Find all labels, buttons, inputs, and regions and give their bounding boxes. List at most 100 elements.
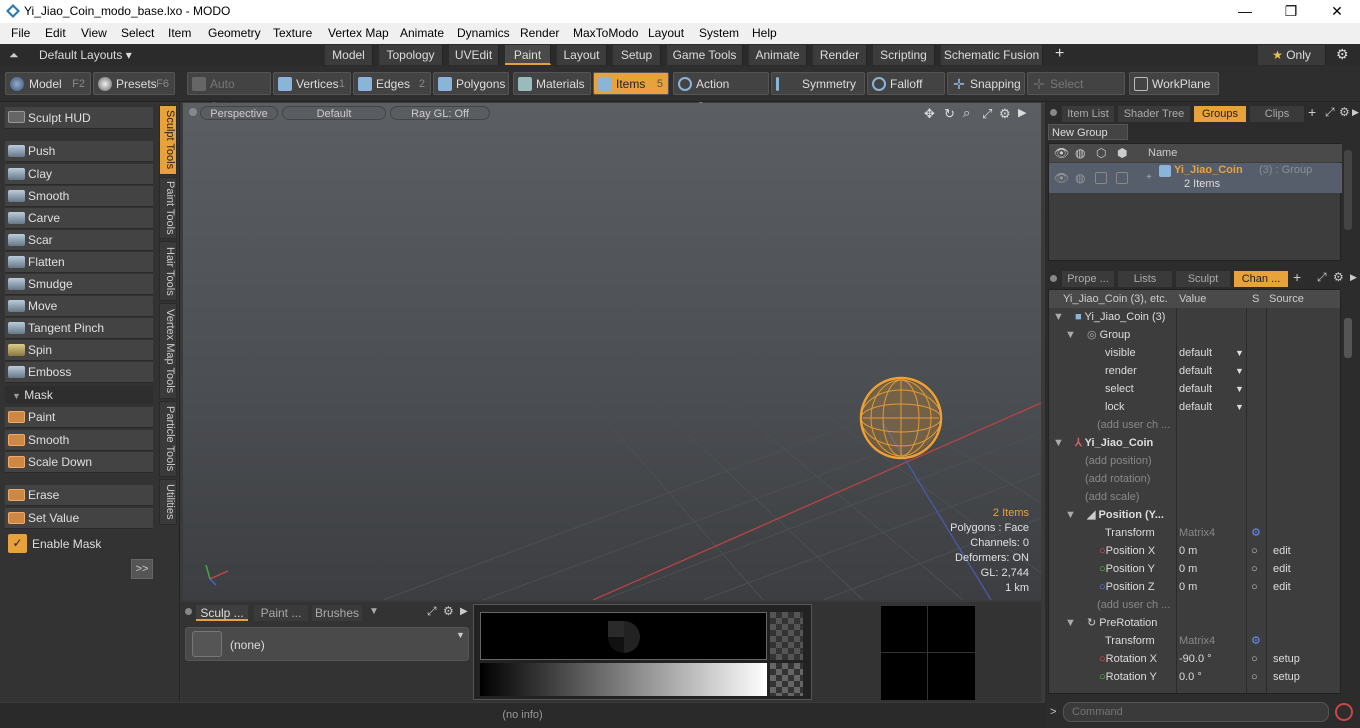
tab-channels[interactable]: Chan ... bbox=[1234, 271, 1288, 287]
3d-viewport[interactable]: Perspective Default Ray GL: Off ✥ ↻ ⌕ ⤢ … bbox=[183, 103, 1041, 600]
snapping-button[interactable]: ✛ Snapping bbox=[947, 72, 1025, 95]
menu-help[interactable]: Help bbox=[752, 26, 777, 40]
add-user-channel[interactable]: (add user ch ... bbox=[1097, 416, 1170, 434]
add-position[interactable]: (add position) bbox=[1085, 452, 1152, 470]
groups-menu-icon[interactable]: ▶ bbox=[1352, 107, 1359, 118]
visible-dropdown[interactable]: default ▼ bbox=[1179, 344, 1245, 362]
channel-value[interactable]: -90.0 ° bbox=[1179, 650, 1212, 668]
view-type-dropdown[interactable]: Perspective bbox=[200, 106, 278, 120]
tab-properties[interactable]: Prope ... bbox=[1062, 271, 1114, 287]
mask-paint[interactable]: Paint bbox=[5, 407, 153, 428]
rotate-icon[interactable]: ↻ bbox=[944, 106, 955, 122]
expand-plus-icon[interactable]: + bbox=[1146, 172, 1152, 183]
materials-button[interactable]: Materials bbox=[513, 72, 591, 95]
menu-render[interactable]: Render bbox=[520, 26, 559, 40]
mask-scale-down[interactable]: Scale Down bbox=[5, 452, 153, 473]
tab-setup[interactable]: Setup bbox=[613, 45, 661, 65]
group-row[interactable]: 👁 ◍ + Yi_Jiao_Coin (3) : Group 2 Items bbox=[1049, 163, 1342, 193]
channels-expand-icon[interactable]: ⤢ bbox=[1317, 270, 1327, 285]
channel-row-label[interactable]: ■ Yi_Jiao_Coin (3) bbox=[1075, 308, 1165, 326]
channel-value[interactable]: 0 m bbox=[1179, 542, 1197, 560]
tab-lists[interactable]: Lists bbox=[1118, 271, 1172, 287]
vtab-particle-tools[interactable]: Particle Tools bbox=[159, 401, 177, 477]
channel-row-label[interactable]: ↻ PreRotation bbox=[1087, 614, 1157, 632]
expand-arrow-icon[interactable]: ▼ bbox=[1065, 326, 1076, 344]
channel-row-label[interactable]: ◎ Group bbox=[1087, 326, 1130, 344]
new-group-button[interactable]: New Group bbox=[1048, 124, 1128, 140]
tab-game-tools[interactable]: Game Tools bbox=[667, 45, 743, 65]
channel-label[interactable]: visible bbox=[1105, 344, 1136, 362]
tool-move[interactable]: Move bbox=[5, 296, 153, 317]
matrix-link-icon[interactable]: ⚙ bbox=[1251, 632, 1261, 650]
tool-push[interactable]: Push bbox=[5, 141, 153, 162]
tab-schematic-fusion[interactable]: Schematic Fusion bbox=[941, 45, 1043, 65]
minimize-button[interactable]: — bbox=[1222, 2, 1268, 22]
expand-panel-icon[interactable]: ⤢ bbox=[427, 604, 437, 619]
record-macro-icon[interactable] bbox=[1335, 703, 1353, 721]
render-dropdown[interactable]: default ▼ bbox=[1179, 362, 1245, 380]
tool-tangent-pinch[interactable]: Tangent Pinch bbox=[5, 318, 153, 339]
viewport-menu-arrow-icon[interactable]: ▶ bbox=[1018, 106, 1026, 119]
zoom-icon[interactable]: ⌕ bbox=[963, 105, 970, 121]
state-circle-icon[interactable]: ○ bbox=[1251, 650, 1258, 668]
add-rotation[interactable]: (add rotation) bbox=[1085, 470, 1150, 488]
tab-brushes[interactable]: Brushes bbox=[312, 605, 362, 621]
maximize-button[interactable]: ❐ bbox=[1268, 2, 1314, 22]
auto-select-button[interactable]: Auto Select bbox=[187, 72, 271, 114]
tab-paint[interactable]: Paint bbox=[505, 45, 551, 65]
tab-render[interactable]: Render bbox=[813, 45, 867, 65]
expand-arrow-icon[interactable]: ▼ bbox=[1065, 506, 1076, 524]
fit-icon[interactable]: ⤢ bbox=[982, 106, 992, 122]
tab-animate[interactable]: Animate bbox=[749, 45, 807, 65]
channels-gear-icon[interactable]: ⚙ bbox=[1333, 270, 1344, 284]
menu-system[interactable]: System bbox=[699, 26, 739, 40]
expand-arrow-icon[interactable]: ▼ bbox=[1065, 614, 1076, 632]
tool-emboss[interactable]: Emboss bbox=[5, 362, 153, 383]
mask-smooth[interactable]: Smooth bbox=[5, 430, 153, 451]
channel-row-label[interactable]: ⅄ Yi_Jiao_Coin bbox=[1075, 434, 1153, 452]
default-layouts-dropdown[interactable]: Default Layouts ▾ bbox=[39, 48, 132, 62]
menu-texture[interactable]: Texture bbox=[273, 26, 312, 40]
tab-groups[interactable]: Groups bbox=[1194, 106, 1246, 122]
tool-smooth[interactable]: Smooth bbox=[5, 186, 153, 207]
channel-label[interactable]: lock bbox=[1105, 398, 1125, 416]
lock-dropdown[interactable]: default ▼ bbox=[1179, 398, 1245, 416]
menu-select[interactable]: Select bbox=[121, 26, 154, 40]
panel-gear-icon[interactable]: ⚙ bbox=[443, 604, 454, 618]
tab-model[interactable]: Model bbox=[325, 45, 373, 65]
state-circle-icon[interactable]: ○ bbox=[1251, 542, 1258, 560]
vtab-utilities[interactable]: Utilities bbox=[159, 479, 177, 525]
layout-collapse-icon[interactable]: ⏶ bbox=[9, 48, 19, 63]
presets-button[interactable]: Presets F6 bbox=[93, 72, 175, 95]
menu-dynamics[interactable]: Dynamics bbox=[457, 26, 510, 40]
group-render-icon[interactable]: ◍ bbox=[1075, 171, 1085, 185]
channel-row-label[interactable]: ◢ Position (Y... bbox=[1087, 506, 1164, 524]
menu-layout[interactable]: Layout bbox=[648, 26, 684, 40]
items-button[interactable]: Items 5 bbox=[593, 72, 669, 95]
matrix-link-icon[interactable]: ⚙ bbox=[1251, 524, 1261, 542]
channel-label[interactable]: select bbox=[1105, 380, 1134, 398]
tool-flatten[interactable]: Flatten bbox=[5, 252, 153, 273]
channel-label[interactable]: render bbox=[1105, 362, 1137, 380]
tool-scar[interactable]: Scar bbox=[5, 230, 153, 251]
shading-dropdown[interactable]: Default bbox=[282, 106, 386, 120]
menu-edit[interactable]: Edit bbox=[45, 26, 66, 40]
menu-geometry[interactable]: Geometry bbox=[208, 26, 261, 40]
menu-item[interactable]: Item bbox=[168, 26, 191, 40]
expand-arrow-icon[interactable]: ▼ bbox=[1053, 308, 1064, 326]
menu-vertex-map[interactable]: Vertex Map bbox=[328, 26, 389, 40]
channel-value[interactable]: 0 m bbox=[1179, 578, 1197, 596]
tool-spin[interactable]: Spin bbox=[5, 340, 153, 361]
model-button[interactable]: Model F2 bbox=[5, 72, 91, 95]
pan-icon[interactable]: ✥ bbox=[924, 106, 935, 122]
viewport-gear-icon[interactable]: ⚙ bbox=[999, 106, 1011, 122]
action-center-button[interactable]: Action Center bbox=[673, 72, 769, 114]
mask-erase[interactable]: Erase bbox=[5, 485, 153, 506]
add-user-channel[interactable]: (add user ch ... bbox=[1097, 596, 1170, 614]
channel-row-label[interactable]: ○Position X bbox=[1099, 542, 1155, 560]
stencil-checker[interactable] bbox=[770, 612, 803, 660]
expand-button[interactable]: >> bbox=[131, 559, 153, 579]
tab-item-list[interactable]: Item List bbox=[1062, 106, 1114, 122]
group-visibility-icon[interactable]: 👁 bbox=[1054, 171, 1069, 185]
expand-arrow-icon[interactable]: ▼ bbox=[1053, 434, 1064, 452]
